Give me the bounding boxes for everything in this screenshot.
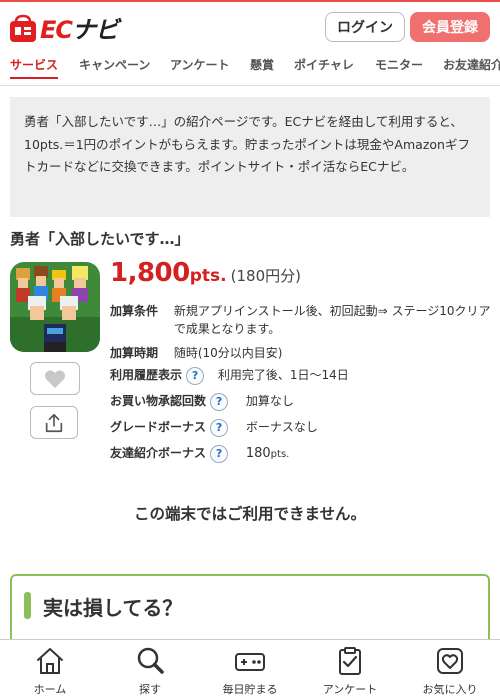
yen-equivalent: (180円分) (230, 267, 301, 285)
heart-icon (44, 369, 66, 388)
detail-value-line2: で成果となります。 (173, 322, 281, 336)
nav-tab-sweepstakes[interactable]: 懸賞 (250, 56, 274, 77)
detail-value: ボーナスなし (245, 420, 318, 434)
logo-text: ECナビ (40, 10, 119, 45)
promo-accent-bar (24, 592, 31, 619)
gamepad-icon (235, 653, 265, 671)
share-icon (45, 413, 63, 432)
share-button[interactable] (30, 406, 78, 439)
detail-row-friend-bonus: 友達紹介ボーナス? 180pts. (110, 444, 289, 463)
search-icon (137, 647, 164, 674)
detail-label: 利用履歴表示 (110, 368, 183, 382)
tab-favorites[interactable]: お気に入り (400, 640, 500, 700)
heart-icon (437, 648, 463, 674)
favorite-button[interactable] (30, 362, 80, 395)
tab-label: 探す (139, 683, 161, 696)
tab-daily[interactable]: 毎日貯まる (200, 640, 300, 700)
detail-value: 新規アプリインストール後、初回起動⇒ ステージ10クリア で成果となります。 (174, 302, 491, 338)
points-value: 1,800 (110, 258, 190, 288)
detail-value-line1: 新規アプリインストール後、初回起動⇒ ステージ10クリア (173, 304, 491, 318)
points-amount: 1,800pts. (180円分) (110, 258, 301, 288)
intro-description: 勇者「入部したいです…」の紹介ページです。ECナビを経由して利用すると、10pt… (10, 97, 490, 217)
points-unit: pts. (189, 266, 227, 286)
detail-row-approval: お買い物承認回数? 加算なし (110, 392, 294, 411)
tab-label: アンケート (322, 683, 378, 696)
logo-navi: ナビ (72, 16, 119, 44)
detail-label: 友達紹介ボーナス (110, 446, 207, 460)
nav-tab-monitor[interactable]: モニター (375, 56, 423, 77)
header: ECナビ ログイン 会員登録 (0, 2, 500, 50)
category-nav: サービス キャンペーン アンケート 懸賞 ポイチャレ モニター お友達紹介 (0, 50, 500, 86)
tab-label: ホーム (33, 683, 67, 696)
nav-tab-friend-referral[interactable]: お友達紹介 (443, 56, 500, 77)
detail-value: 加算なし (245, 394, 294, 408)
nav-tab-survey[interactable]: アンケート (170, 56, 230, 77)
help-icon[interactable]: ? (186, 366, 205, 385)
help-icon[interactable]: ? (210, 392, 229, 411)
tab-label: お気に入り (422, 683, 478, 696)
tab-label: 毎日貯まる (222, 683, 278, 696)
detail-label: 加算条件 (110, 304, 159, 318)
register-button[interactable]: 会員登録 (410, 12, 490, 42)
detail-label: グレードボーナス (110, 420, 207, 434)
detail-label: お買い物承認回数 (110, 394, 207, 408)
detail-value: 随時(10分以内目安) (173, 346, 283, 360)
tab-search[interactable]: 探す (100, 640, 200, 700)
detail-value: 利用完了後、1日～14日 (217, 368, 349, 382)
login-button[interactable]: ログイン (325, 12, 405, 42)
tab-home[interactable]: ホーム (0, 640, 100, 700)
tab-survey[interactable]: アンケート (300, 640, 400, 700)
detail-row-history: 利用履歴表示? 利用完了後、1日～14日 (110, 366, 349, 385)
shopping-bag-logo-icon (10, 14, 36, 42)
nav-tab-poichalle[interactable]: ポイチャレ (294, 56, 354, 77)
offer-title: 勇者「入部したいです…」 (10, 230, 190, 248)
home-icon (37, 648, 63, 674)
promo-title: 実は損してる？ (43, 596, 183, 620)
detail-label: 加算時期 (110, 346, 159, 360)
ecnavi-logo[interactable]: ECナビ (8, 10, 119, 45)
help-icon[interactable]: ? (210, 444, 229, 463)
logo-ec: EC (40, 16, 73, 44)
app-thumbnail (10, 262, 100, 352)
clipboard-check-icon (339, 647, 361, 675)
detail-value: 180pts. (246, 446, 290, 461)
friend-bonus-value: 180 (245, 446, 271, 461)
nav-tab-service[interactable]: サービス (10, 56, 59, 79)
bottom-tab-bar: ホーム 探す 毎日貯まる アンケート お気に入り (0, 639, 500, 700)
detail-row-grade-bonus: グレードボーナス? ボーナスなし (110, 418, 318, 437)
unavailable-message: この端末ではご利用できません。 (133, 505, 367, 523)
detail-row-timing: 加算時期 随時(10分以内目安) (110, 344, 282, 361)
nav-tab-campaign[interactable]: キャンペーン (79, 56, 150, 77)
detail-row-condition: 加算条件 新規アプリインストール後、初回起動⇒ ステージ10クリア で成果となりま… (110, 302, 491, 338)
pixel-art-heroes-image (10, 262, 100, 352)
help-icon[interactable]: ? (210, 418, 229, 437)
friend-bonus-unit: pts. (270, 449, 290, 460)
